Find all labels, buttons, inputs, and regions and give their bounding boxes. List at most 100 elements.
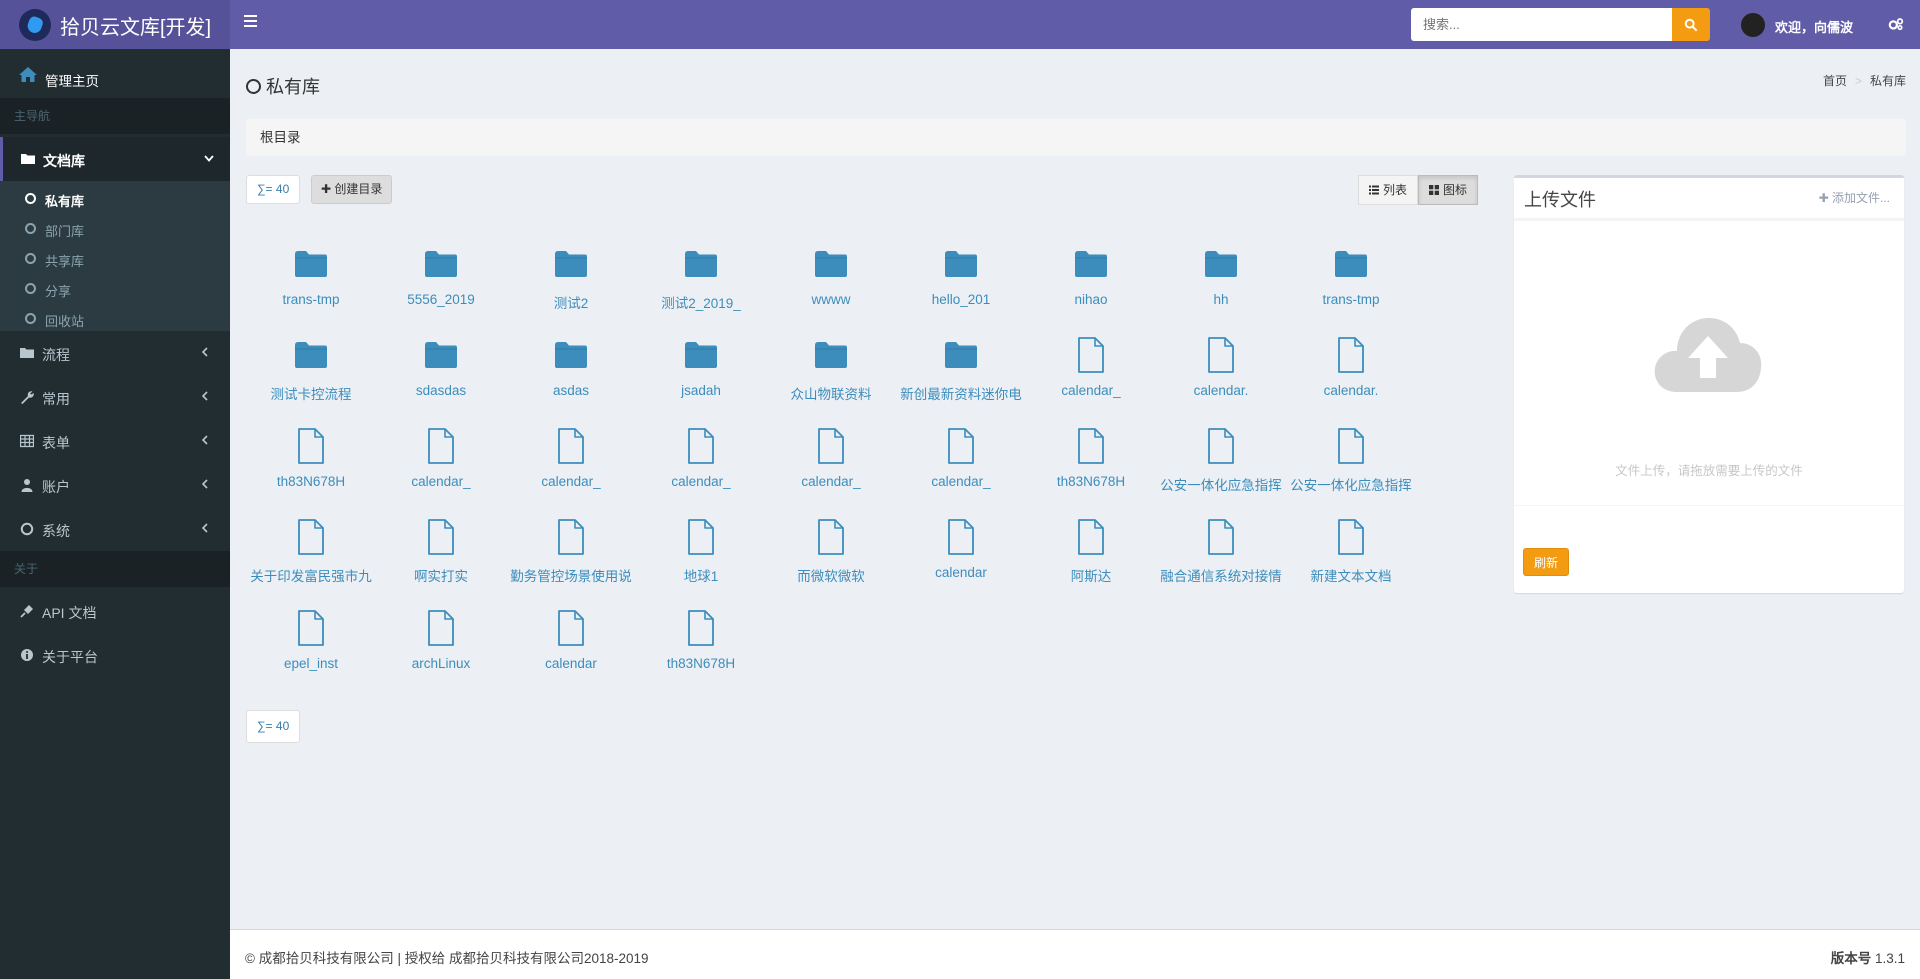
file-item[interactable]: calendar_	[506, 428, 636, 508]
file-icon	[1334, 519, 1368, 555]
file-item[interactable]: 新建文本文档	[1286, 519, 1416, 599]
sidebar-item-forms[interactable]: 表单	[0, 419, 230, 463]
file-item[interactable]: epel_inst	[246, 610, 376, 690]
view-icon-button[interactable]: 图标	[1418, 175, 1479, 205]
circle-icon	[246, 78, 261, 94]
circle-icon	[25, 283, 36, 294]
folder-item[interactable]: 测试2_2019_	[636, 246, 766, 326]
file-item[interactable]: 地球1	[636, 519, 766, 599]
file-item[interactable]: th83N678H	[246, 428, 376, 508]
file-icon	[814, 428, 848, 464]
file-icon	[1204, 519, 1238, 555]
folder-item[interactable]: hh	[1156, 246, 1286, 326]
file-name: jsadah	[681, 383, 721, 398]
folder-item[interactable]: 测试卡控流程	[246, 337, 376, 417]
file-item[interactable]: 阿斯达	[1026, 519, 1156, 599]
sidebar-item-department[interactable]: 部门库	[0, 214, 230, 244]
file-item[interactable]: th83N678H	[636, 610, 766, 690]
folder-icon	[294, 246, 328, 282]
file-item[interactable]: 关于印发富民强市九	[246, 519, 376, 599]
folder-item[interactable]: wwww	[766, 246, 896, 326]
sidebar-item-api-docs[interactable]: API 文档	[0, 589, 230, 633]
breadcrumb-separator: >	[1854, 74, 1862, 88]
sidebar-item-flow[interactable]: 流程	[0, 331, 230, 375]
file-name: epel_inst	[283, 656, 339, 671]
folder-icon	[1204, 246, 1238, 282]
file-item[interactable]: th83N678H	[1026, 428, 1156, 508]
avatar[interactable]	[1741, 13, 1765, 37]
file-item[interactable]: 啊实打实	[376, 519, 506, 599]
folder-item[interactable]: 5556_2019	[376, 246, 506, 326]
file-icon	[294, 610, 328, 646]
file-icon	[944, 519, 978, 555]
page-title-text: 私有库	[266, 77, 320, 97]
sidebar-item-private[interactable]: 私有库	[0, 184, 230, 214]
create-directory-button[interactable]: ✚ 创建目录	[311, 175, 393, 204]
file-item[interactable]: calendar	[896, 519, 1026, 599]
circle-icon	[25, 253, 36, 264]
sidebar-item-shared[interactable]: 共享库	[0, 244, 230, 274]
file-icon	[554, 610, 588, 646]
chevron-left-icon	[201, 435, 208, 445]
sidebar-item-doc-library[interactable]: 文档库	[0, 137, 230, 181]
folder-item[interactable]: trans-tmp	[1286, 246, 1416, 326]
file-item[interactable]: calendar_	[636, 428, 766, 508]
sidebar-item-home[interactable]: 管理主页	[0, 56, 230, 98]
file-item[interactable]: calendar	[506, 610, 636, 690]
file-item[interactable]: calendar_	[766, 428, 896, 508]
directory-path[interactable]: 根目录	[246, 119, 1906, 156]
refresh-button[interactable]: 刷新	[1523, 548, 1570, 576]
file-name: hh	[1213, 292, 1229, 307]
file-name: 啊实打实	[414, 569, 468, 584]
create-directory-label: 创建目录	[334, 182, 383, 196]
folder-item[interactable]: nihao	[1026, 246, 1156, 326]
sidebar-item-recycle[interactable]: 回收站	[0, 304, 230, 334]
file-icon	[554, 519, 588, 555]
add-file-button[interactable]: ✚ 添加文件...	[1819, 189, 1890, 206]
folder-item[interactable]: trans-tmp	[246, 246, 376, 326]
sidebar-item-share[interactable]: 分享	[0, 274, 230, 304]
search-button[interactable]	[1672, 8, 1710, 41]
sidebar-item-account[interactable]: 账户	[0, 463, 230, 507]
circle-icon	[25, 313, 36, 324]
logo-area[interactable]: 拾贝云文库[开发]	[0, 0, 230, 49]
breadcrumb-home[interactable]: 首页	[1823, 74, 1847, 88]
sidebar-item-about[interactable]: 关于平台	[0, 633, 230, 677]
file-item[interactable]: 勤务管控场景使用说	[506, 519, 636, 599]
file-icon	[1334, 428, 1368, 464]
file-item[interactable]: 融合通信系统对接情	[1156, 519, 1286, 599]
folder-item[interactable]: 测试2	[506, 246, 636, 326]
folder-item[interactable]: sdasdas	[376, 337, 506, 417]
version-label: 版本号	[1830, 951, 1872, 966]
folder-item[interactable]: 众山物联资料	[766, 337, 896, 417]
welcome-text[interactable]: 欢迎，向儒波	[1775, 17, 1853, 36]
folder-item[interactable]: 新创最新资料迷你电	[896, 337, 1026, 417]
view-icon-label: 图标	[1443, 183, 1468, 197]
file-name: 公安一体化应急指挥	[1290, 478, 1412, 493]
file-item[interactable]: calendar_	[1026, 337, 1156, 417]
file-item[interactable]: 而微软微软	[766, 519, 896, 599]
table-icon	[20, 434, 34, 448]
search-input[interactable]	[1411, 8, 1673, 41]
sidebar-item-system[interactable]: 系统	[0, 507, 230, 551]
main-nav-header: 主导航	[0, 98, 230, 134]
file-item[interactable]: calendar_	[896, 428, 1026, 508]
file-item[interactable]: 公安一体化应急指挥	[1286, 428, 1416, 508]
file-name: 融合通信系统对接情	[1160, 569, 1282, 584]
gears-icon[interactable]	[1888, 17, 1904, 31]
file-name: calendar_	[1061, 383, 1121, 398]
folder-item[interactable]: hello_201	[896, 246, 1026, 326]
folder-item[interactable]: jsadah	[636, 337, 766, 417]
file-drop-zone[interactable]: 文件上传，请拖放需要上传的文件	[1514, 221, 1904, 505]
file-item[interactable]: 公安一体化应急指挥	[1156, 428, 1286, 508]
file-name: calendar_	[801, 474, 861, 489]
hamburger-menu-icon[interactable]	[244, 15, 258, 27]
file-item[interactable]: calendar.	[1156, 337, 1286, 417]
sidebar-item-label: 表单	[42, 435, 70, 451]
view-list-button[interactable]: 列表	[1358, 175, 1419, 205]
file-item[interactable]: archLinux	[376, 610, 506, 690]
file-item[interactable]: calendar.	[1286, 337, 1416, 417]
file-item[interactable]: calendar_	[376, 428, 506, 508]
sidebar-item-common[interactable]: 常用	[0, 375, 230, 419]
folder-item[interactable]: asdas	[506, 337, 636, 417]
